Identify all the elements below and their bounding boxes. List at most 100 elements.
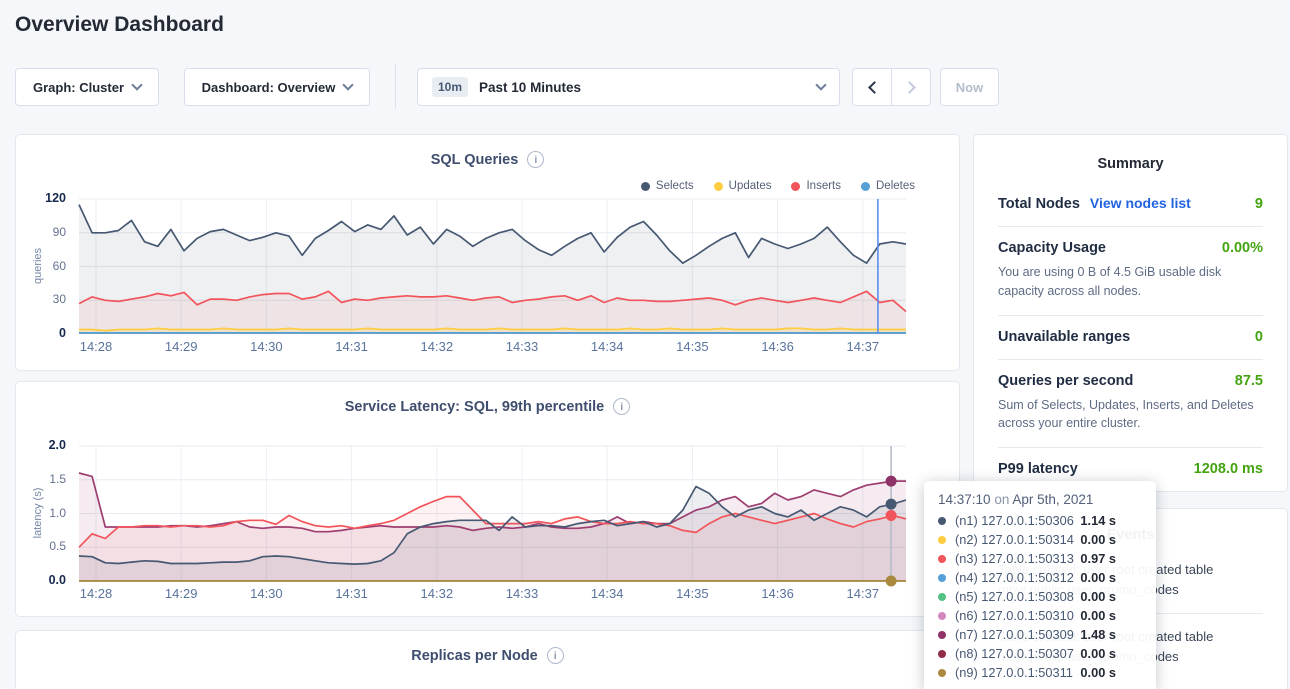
summary-row: Capacity Usage 0.00% You are using 0 B of … [998,226,1263,315]
tooltip-node-label: (n9) 127.0.0.1:50311 [955,665,1073,680]
summary-desc: You are using 0 B of 4.5 GiB usable disk… [998,263,1263,301]
x-tick: 14:36 [748,586,808,601]
y-tick: 1.5 [49,472,66,486]
summary-row: Unavailable ranges0 [998,315,1263,359]
info-icon[interactable]: i [547,647,564,664]
x-tick: 14:28 [66,586,126,601]
y-tick: 2.0 [49,438,66,452]
tooltip-row: (n6) 127.0.0.1:503100.00 s [938,608,1142,623]
y-tick: 1.0 [49,506,66,520]
x-tick: 14:37 [833,586,893,601]
x-tick: 14:35 [662,339,722,354]
chart-plot[interactable] [79,199,906,334]
time-range-badge: 10m [432,77,468,97]
page-title: Overview Dashboard [15,13,224,37]
legend-item-selects[interactable]: Selects [641,180,694,192]
time-nav-group [852,68,931,106]
x-tick: 14:29 [151,339,211,354]
tooltip-date: Apr 5th, 2021 [1012,492,1093,507]
dashboard-dropdown[interactable]: Dashboard: Overview [184,68,370,106]
node-color-dot-icon [938,650,946,658]
node-color-dot-icon [938,536,946,544]
next-time-button-disabled [892,69,930,105]
tooltip-node-value: 0.00 s [1080,570,1142,585]
tooltip-header: 14:37:10 on Apr 5th, 2021 [938,492,1142,507]
chevron-down-icon [131,79,142,90]
legend-dot-icon [861,182,870,191]
graph-dropdown[interactable]: Graph: Cluster [15,68,159,106]
tooltip-connector: on [994,492,1009,507]
chart-title-text: Replicas per Node [411,648,538,664]
chart-plot[interactable] [79,446,906,581]
info-icon[interactable]: i [613,398,630,415]
y-tick: 0 [59,326,66,340]
time-range-picker[interactable]: 10m Past 10 Minutes [417,68,840,106]
sql-queries-card: SQL Queries i Selects Updates Inserts Delet… [15,134,960,371]
legend-item-updates[interactable]: Updates [714,180,772,192]
x-tick: 14:30 [236,339,296,354]
prev-time-button[interactable] [853,69,892,105]
legend-item-inserts[interactable]: Inserts [791,180,841,192]
y-axis: 0306090120 [16,199,72,334]
node-color-dot-icon [938,612,946,620]
legend-dot-icon [714,182,723,191]
y-tick: 0.0 [49,573,66,587]
tooltip-node-label: (n7) 127.0.0.1:50309 [955,627,1074,642]
x-tick: 14:32 [407,339,467,354]
summary-value: 1208.0 ms [1194,461,1263,477]
summary-label: Capacity Usage [998,240,1106,256]
chart-title: SQL Queries i [16,151,959,168]
tooltip-node-value: 0.97 s [1080,551,1142,566]
replicas-per-node-card: Replicas per Node i [15,630,960,689]
tooltip-node-label: (n8) 127.0.0.1:50307 [955,646,1074,661]
view-nodes-link[interactable]: View nodes list [1090,195,1191,211]
info-icon[interactable]: i [527,151,544,168]
now-button-disabled: Now [940,68,999,106]
x-tick: 14:31 [322,586,382,601]
summary-label: P99 latency [998,461,1078,477]
legend-item-deletes[interactable]: Deletes [861,180,915,192]
chevron-down-icon [815,79,826,90]
tooltip-row: (n4) 127.0.0.1:503120.00 s [938,570,1142,585]
x-tick: 14:32 [407,586,467,601]
summary-row: Total NodesView nodes list9 [998,182,1263,226]
x-tick: 14:33 [492,339,552,354]
tooltip-row: (n3) 127.0.0.1:50313 0.97 s [938,551,1142,566]
toolbar-divider [395,64,396,109]
tooltip-node-value: 0.00 s [1080,589,1142,604]
x-tick: 14:33 [492,586,552,601]
tooltip-row: (n9) 127.0.0.1:503110.00 s [938,665,1142,680]
tooltip-row: (n1) 127.0.0.1:503061.14 s [938,513,1142,528]
x-tick: 14:31 [322,339,382,354]
tooltip-node-label: (n3) 127.0.0.1:50313 [955,551,1074,566]
chevron-left-icon [868,81,881,94]
tooltip-node-label: (n1) 127.0.0.1:50306 [955,513,1074,528]
tooltip-node-value: 0.00 s [1080,532,1142,547]
summary-row: Queries per second87.5Sum of Selects, Up… [998,359,1263,448]
x-tick: 14:28 [66,339,126,354]
x-tick: 14:34 [577,339,637,354]
legend-dot-icon [641,182,650,191]
tooltip-node-value: 1.48 s [1080,627,1142,642]
node-color-dot-icon [938,574,946,582]
node-color-dot-icon [938,593,946,601]
graph-dropdown-label: Graph: Cluster [33,80,124,95]
chart-title: Service Latency: SQL, 99th percentile i [16,398,959,415]
summary-title: Summary [974,135,1287,182]
chart-title-text: SQL Queries [431,152,519,168]
chart-title: Replicas per Node i [16,647,959,664]
tooltip-row: (n7) 127.0.0.1:50309 1.48 s [938,627,1142,642]
y-axis: 0.00.51.01.52.0 [16,446,72,581]
y-tick: 30 [53,292,66,306]
node-color-dot-icon [938,517,946,525]
chart-title-text: Service Latency: SQL, 99th percentile [345,399,605,415]
y-tick: 0.5 [49,539,66,553]
x-tick: 14:35 [662,586,722,601]
summary-value: 0.00% [1222,240,1263,256]
summary-value: 0 [1255,329,1263,345]
tooltip-time: 14:37:10 [938,492,991,507]
chevron-right-icon [903,81,916,94]
x-tick: 14:36 [748,339,808,354]
tooltip-node-label: (n5) 127.0.0.1:50308 [955,589,1074,604]
tooltip-rows: (n1) 127.0.0.1:503061.14 s(n2) 127.0.0.1… [938,513,1142,680]
